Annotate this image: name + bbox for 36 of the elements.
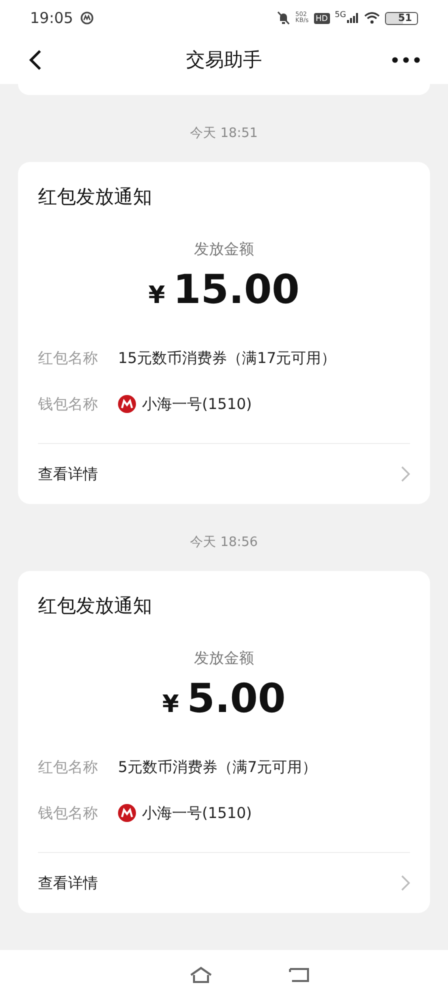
chevron-right-icon — [401, 466, 410, 482]
signal-icon — [347, 13, 360, 23]
amount-label: 发放金额 — [193, 240, 255, 259]
field-label: 钱包名称 — [38, 804, 99, 822]
card-title: 红包发放通知 — [38, 594, 153, 619]
chevron-right-icon — [401, 875, 410, 891]
currency-symbol: ¥ — [162, 690, 179, 718]
app-notification-icon — [80, 11, 94, 25]
field-value: 小海一号(1510) — [142, 804, 252, 822]
field-label: 红包名称 — [38, 758, 99, 776]
home-icon[interactable] — [188, 966, 212, 984]
amount-label: 发放金额 — [193, 649, 255, 668]
field-value: 15元数币消费券（满17元可用） — [118, 348, 336, 368]
details-link[interactable]: 查看详情 — [38, 444, 410, 504]
mute-bell-icon — [277, 11, 290, 25]
network-type: 5G — [334, 10, 346, 19]
field-value: 5元数币消费券（满7元可用） — [118, 758, 318, 776]
bank-logo-icon — [118, 395, 136, 413]
field-value: 小海一号(1510) — [142, 394, 252, 414]
back-icon[interactable] — [288, 967, 310, 983]
card-title: 红包发放通知 — [38, 185, 153, 210]
page-title: 交易助手 — [186, 48, 262, 73]
message-time: 今天 18:51 — [189, 125, 259, 142]
bank-logo-icon — [118, 804, 136, 822]
field-label: 红包名称 — [38, 348, 99, 368]
wifi-icon — [364, 12, 380, 24]
message-time: 今天 18:56 — [189, 534, 259, 551]
field-label: 钱包名称 — [38, 394, 99, 414]
status-time: 19:05 — [30, 9, 74, 27]
more-icon[interactable] — [392, 57, 420, 63]
hd-badge: HD — [314, 12, 330, 24]
details-link[interactable]: 查看详情 — [38, 853, 410, 913]
amount-value: 5.00 — [187, 676, 286, 722]
battery-indicator: 51 — [385, 12, 418, 24]
amount-value: 15.00 — [173, 267, 300, 313]
currency-symbol: ¥ — [148, 281, 166, 309]
